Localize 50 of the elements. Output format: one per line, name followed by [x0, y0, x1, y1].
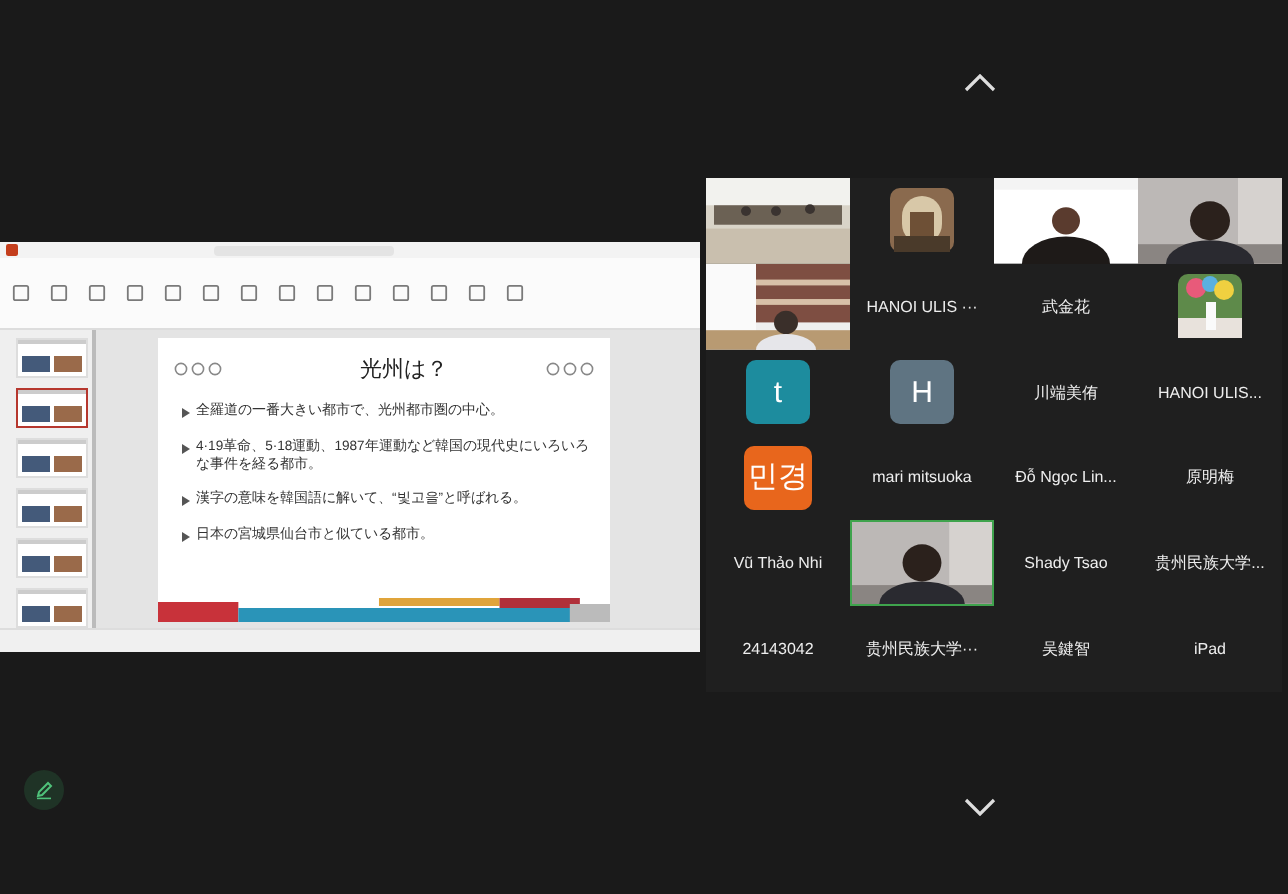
toolbar-icon[interactable] — [278, 284, 296, 302]
avatar-initial: H — [890, 360, 954, 425]
toolbar-icon[interactable] — [88, 284, 106, 302]
slide-thumbnail[interactable] — [16, 388, 88, 428]
participant-name: 贵州民族大学... — [1155, 552, 1265, 575]
participant-name: 贵州民族大学··· — [866, 638, 978, 661]
participant-name: 24143042 — [742, 640, 814, 659]
participant-name: Vũ Thảo Nhi — [733, 554, 823, 573]
participant-name: 原明梅 — [1186, 466, 1234, 489]
participant-tile[interactable] — [706, 263, 850, 350]
toolbar-icon[interactable] — [50, 284, 68, 302]
participant-name: 吴鍵智 — [1042, 638, 1090, 661]
scroll-up-icon[interactable] — [964, 74, 996, 92]
avatar-initial: 민경 — [744, 445, 812, 510]
toolbar-icon[interactable] — [164, 284, 182, 302]
avatar-initial: t — [746, 360, 810, 425]
circles-icon — [174, 362, 222, 376]
slide-title: 光州は？ — [360, 356, 448, 384]
toolbar-icon[interactable] — [240, 284, 258, 302]
participant-name: 川端美侑 — [1034, 381, 1098, 404]
participant-name: HANOI ULIS... — [1157, 383, 1262, 402]
bullet-icon — [182, 408, 190, 418]
participant-tile[interactable] — [994, 178, 1138, 264]
bullet-icon — [182, 443, 190, 454]
toolbar-icon[interactable] — [392, 284, 410, 302]
participant-name: Đỗ Ngọc Lin... — [1015, 468, 1117, 487]
toolbar-icon[interactable] — [126, 284, 144, 302]
app-logo-icon — [6, 244, 18, 256]
participant-tile[interactable] — [706, 178, 850, 264]
toolbar-icon[interactable] — [430, 284, 448, 302]
participant-tile[interactable] — [1138, 178, 1282, 264]
participant-name: Shady Tsao — [1024, 554, 1108, 573]
participant-name: HANOI ULIS ··· — [866, 297, 978, 316]
scroll-down-icon[interactable] — [964, 798, 996, 816]
participant-name: mari mitsuoka — [872, 468, 972, 487]
annotate-button[interactable] — [24, 770, 64, 810]
toolbar-icon[interactable] — [12, 284, 30, 302]
toolbar-icon[interactable] — [354, 284, 372, 302]
toolbar-icon[interactable] — [316, 284, 334, 302]
search-field[interactable] — [214, 245, 394, 255]
circles-icon — [546, 362, 594, 376]
participant-tile[interactable] — [850, 520, 994, 607]
toolbar-icon[interactable] — [506, 284, 524, 302]
participant-name: iPad — [1193, 640, 1226, 659]
participant-name: 武金花 — [1042, 295, 1090, 318]
bullet-icon — [182, 496, 190, 507]
pencil-icon — [34, 780, 54, 800]
toolbar-icon[interactable] — [202, 284, 220, 302]
toolbar-icon[interactable] — [468, 284, 486, 302]
bullet-icon — [182, 532, 190, 543]
